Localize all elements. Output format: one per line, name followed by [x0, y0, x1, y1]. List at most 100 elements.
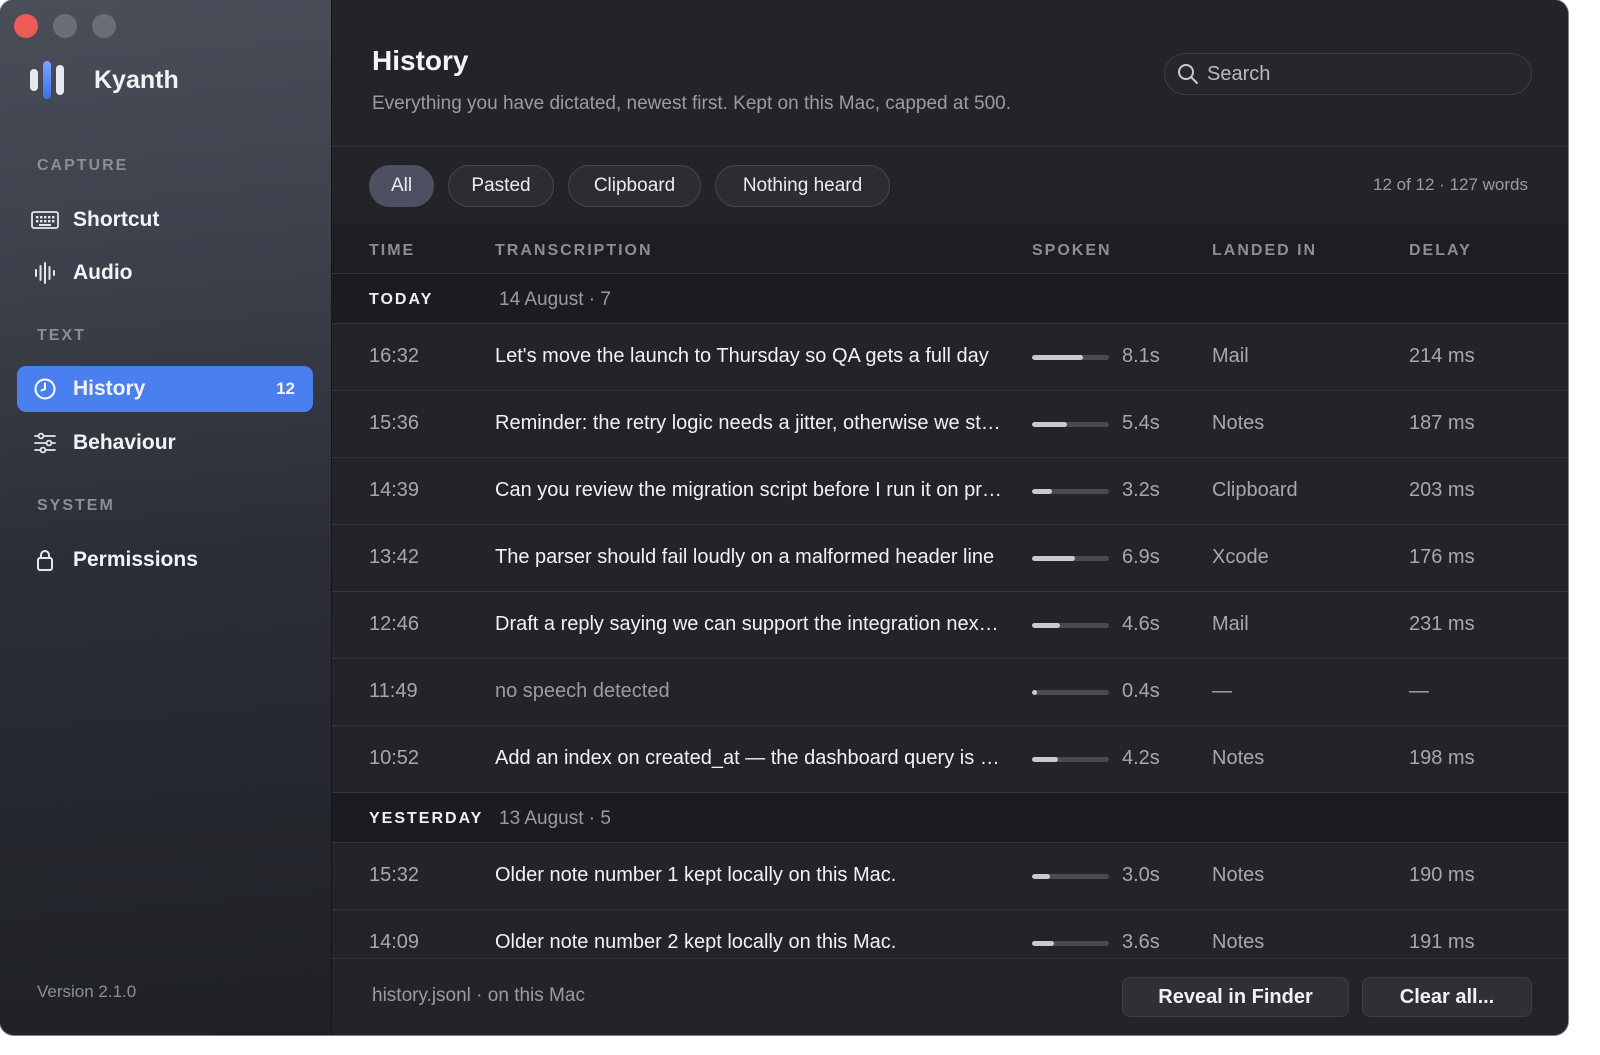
row-landed-in: Notes: [1212, 931, 1265, 953]
row-time: 15:36: [369, 412, 420, 434]
spoken-duration-bar: [1032, 941, 1109, 946]
row-spoken: 4.6s: [1122, 613, 1160, 635]
row-delay: 190 ms: [1409, 864, 1475, 886]
table-row[interactable]: 16:32 Let's move the launch to Thursday s…: [332, 324, 1568, 391]
window-controls: [14, 14, 116, 38]
row-landed-in: Notes: [1212, 412, 1265, 434]
spoken-duration-fill: [1032, 757, 1059, 762]
reveal-in-finder-button[interactable]: Reveal in Finder: [1122, 977, 1349, 1017]
row-transcription: Can you review the migration script befo…: [495, 479, 1003, 501]
table-row[interactable]: 10:52 Add an index on created_at — the da…: [332, 726, 1568, 793]
main-content: History Everything you have dictated, ne…: [332, 0, 1568, 1035]
row-transcription: The parser should fail loudly on a malfo…: [495, 546, 995, 568]
group-header: TODAY 14 August · 7: [332, 274, 1568, 324]
sidebar-item-label: Behaviour: [73, 431, 176, 454]
sidebar-item-label: Shortcut: [73, 208, 160, 231]
table-row[interactable]: 14:39 Can you review the migration script…: [332, 458, 1568, 525]
table-row[interactable]: 13:42 The parser should fail loudly on a …: [332, 525, 1568, 592]
row-transcription: Reminder: the retry logic needs a jitter…: [495, 412, 1003, 434]
app-name: Kyanth: [94, 65, 179, 94]
spoken-duration-fill: [1032, 690, 1037, 695]
row-transcription: Older note number 2 kept locally on this…: [495, 931, 897, 953]
close-window-button[interactable]: [14, 14, 38, 38]
spoken-duration-fill: [1032, 874, 1051, 879]
spoken-duration-bar: [1032, 690, 1109, 695]
search-field[interactable]: [1164, 53, 1532, 95]
filter-chip-clipboard[interactable]: Clipboard: [568, 165, 701, 207]
row-delay: 191 ms: [1409, 931, 1475, 953]
group-header: YESTERDAY 13 August · 5: [332, 793, 1568, 843]
row-delay: 214 ms: [1409, 345, 1475, 367]
column-header-delay[interactable]: DELAY: [1409, 242, 1472, 260]
filter-chip-pasted[interactable]: Pasted: [448, 165, 554, 207]
lock-icon: [17, 548, 73, 572]
spoken-duration-bar: [1032, 489, 1109, 494]
row-spoken: 3.2s: [1122, 479, 1160, 501]
row-time: 14:09: [369, 931, 420, 953]
brand: Kyanth: [30, 60, 179, 100]
storage-note: history.jsonl · on this Mac: [372, 985, 585, 1006]
table-row[interactable]: 15:36 Reminder: the retry logic needs a j…: [332, 391, 1568, 458]
row-time: 11:49: [369, 680, 418, 702]
column-header-time[interactable]: TIME: [369, 242, 415, 260]
row-spoken: 0.4s: [1122, 680, 1160, 702]
filter-chip-all[interactable]: All: [369, 165, 434, 207]
spoken-duration-fill: [1032, 422, 1067, 427]
spoken-duration-bar: [1032, 757, 1109, 762]
table-row[interactable]: 12:46 Draft a reply saying we can support…: [332, 592, 1568, 659]
row-time: 14:39: [369, 479, 420, 501]
zoom-window-button[interactable]: [92, 14, 116, 38]
group-date: 13 August · 5: [499, 808, 611, 829]
row-transcription: Let's move the launch to Thursday so QA …: [495, 345, 989, 367]
row-landed-in: Notes: [1212, 747, 1265, 769]
section-label-system: SYSTEM: [37, 497, 115, 514]
row-delay: 187 ms: [1409, 412, 1475, 434]
spoken-duration-bar: [1032, 355, 1109, 360]
group-name: TODAY: [369, 291, 434, 308]
clear-all-button[interactable]: Clear all...: [1362, 977, 1532, 1017]
keyboard-icon: [17, 211, 73, 229]
filter-chip-nothing-heard[interactable]: Nothing heard: [715, 165, 890, 207]
row-transcription: Draft a reply saying we can support the …: [495, 613, 1003, 635]
waveform-icon: [17, 261, 73, 285]
group-date: 14 August · 7: [499, 289, 611, 310]
section-label-capture: CAPTURE: [37, 157, 129, 174]
row-landed-in: —: [1212, 680, 1232, 702]
sidebar-item-permissions[interactable]: Permissions: [17, 537, 313, 583]
row-delay: —: [1409, 680, 1429, 702]
page-header: History Everything you have dictated, ne…: [332, 0, 1568, 147]
row-time: 10:52: [369, 747, 420, 769]
table-row[interactable]: 11:49 no speech detected 0.4s — —: [332, 659, 1568, 726]
row-transcription: Add an index on created_at — the dashboa…: [495, 747, 1003, 769]
row-spoken: 3.0s: [1122, 864, 1160, 886]
column-header-spoken[interactable]: SPOKEN: [1032, 242, 1112, 260]
row-spoken: 8.1s: [1122, 345, 1160, 367]
minimize-window-button[interactable]: [53, 14, 77, 38]
sidebar-item-audio[interactable]: Audio: [17, 250, 313, 296]
row-landed-in: Xcode: [1212, 546, 1269, 568]
row-landed-in: Mail: [1212, 613, 1249, 635]
sidebar-item-history[interactable]: History 12: [17, 366, 313, 412]
row-spoken: 5.4s: [1122, 412, 1160, 434]
sidebar-item-shortcut[interactable]: Shortcut: [17, 197, 313, 243]
search-icon: [1178, 64, 1198, 84]
app-window: Kyanth CAPTURE Shortcut Audio TEXT Histo…: [0, 0, 1568, 1035]
spoken-duration-fill: [1032, 941, 1055, 946]
sidebar-item-behaviour[interactable]: Behaviour: [17, 420, 313, 466]
table-row[interactable]: 15:32 Older note number 1 kept locally on…: [332, 843, 1568, 910]
sidebar-item-label: Permissions: [73, 548, 198, 571]
table-header: TIME TRANSCRIPTION SPOKEN LANDED IN DELA…: [332, 224, 1568, 274]
column-header-transcription[interactable]: TRANSCRIPTION: [495, 242, 653, 260]
app-version: Version 2.1.0: [37, 982, 137, 1001]
row-time: 15:32: [369, 864, 420, 886]
footer-bar: history.jsonl · on this Mac Reveal in Fi…: [332, 958, 1568, 1035]
clock-icon: [17, 377, 73, 401]
row-time: 16:32: [369, 345, 420, 367]
column-header-landed-in[interactable]: LANDED IN: [1212, 242, 1317, 260]
row-delay: 231 ms: [1409, 613, 1475, 635]
search-input[interactable]: [1205, 61, 1509, 87]
spoken-duration-fill: [1032, 355, 1083, 360]
row-spoken: 4.2s: [1122, 747, 1160, 769]
history-table: TODAY 14 August · 7 16:32 Let's move the la…: [332, 274, 1568, 977]
row-delay: 198 ms: [1409, 747, 1475, 769]
